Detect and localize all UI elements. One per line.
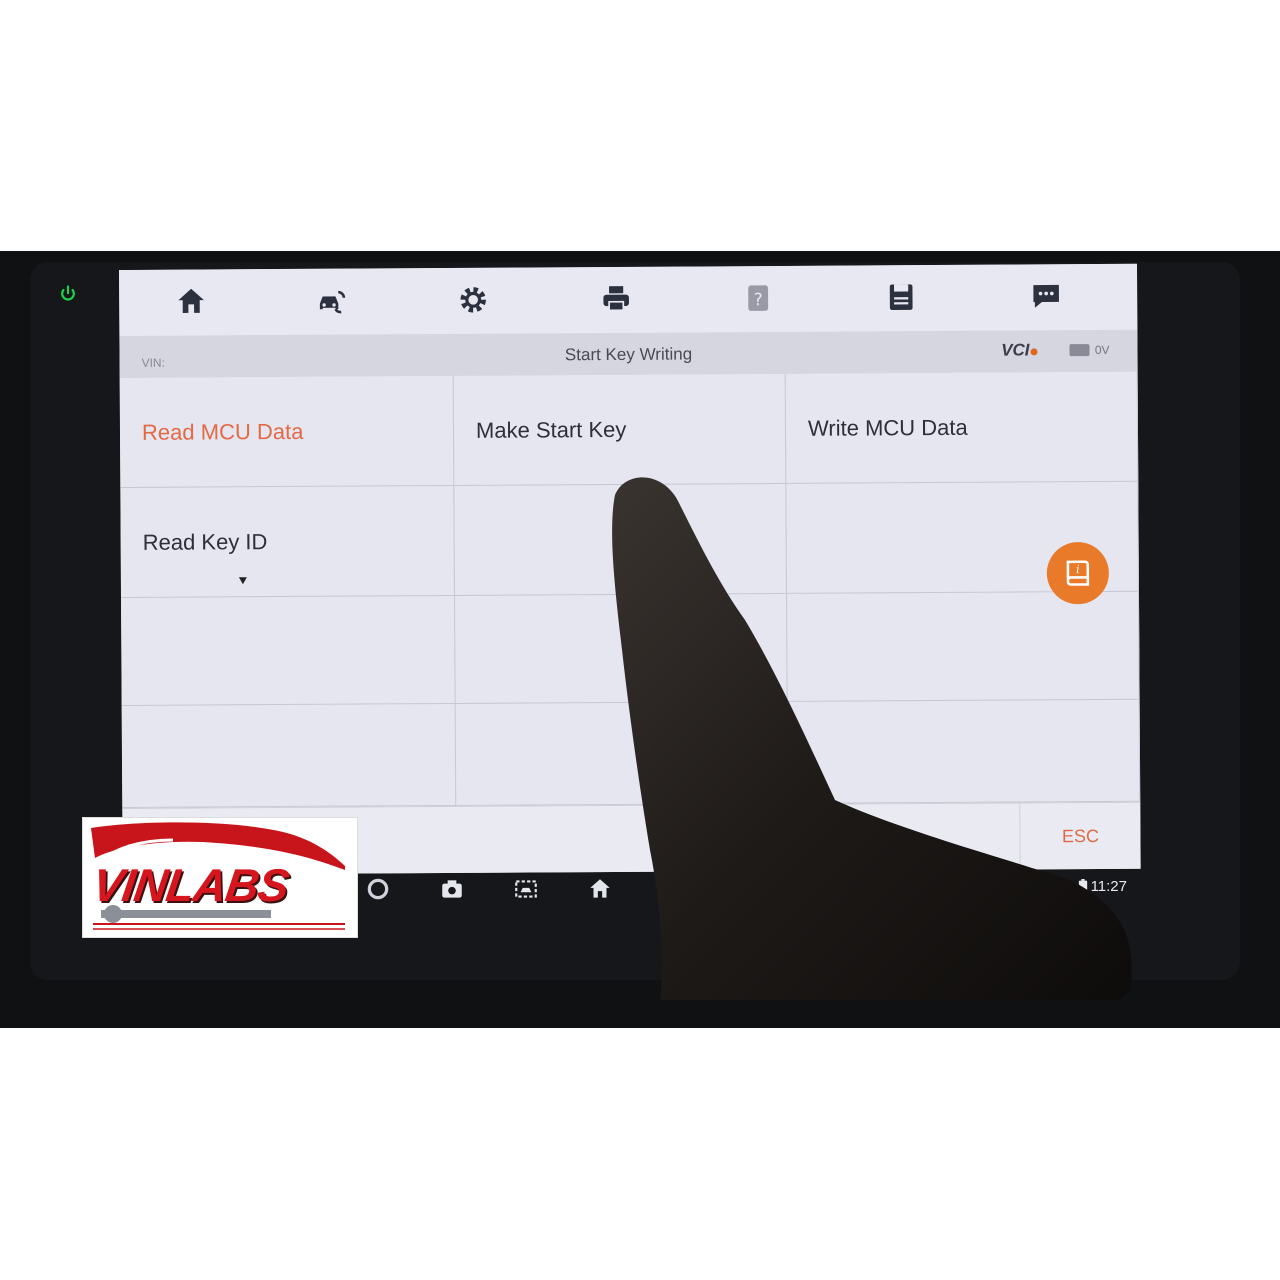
status-bar: 100% 11:27 xyxy=(1041,878,1127,895)
battery-voltage: 0V xyxy=(1069,342,1110,358)
page-title: Start Key Writing xyxy=(564,344,693,365)
vci-label: VCI xyxy=(1001,340,1030,360)
empty-cell xyxy=(454,593,788,704)
car-battery-icon xyxy=(1069,344,1090,357)
empty-cell xyxy=(454,483,787,596)
cursor-caret xyxy=(238,577,247,585)
vehicle-swap-icon[interactable] xyxy=(309,281,353,321)
svg-text:i: i xyxy=(1076,562,1080,576)
empty-cell xyxy=(121,703,457,808)
power-icon xyxy=(58,284,78,304)
save-disk-icon[interactable] xyxy=(879,277,923,317)
message-chat-icon[interactable] xyxy=(1024,276,1068,316)
help-question-icon[interactable]: ? xyxy=(736,278,780,318)
home-icon[interactable] xyxy=(169,281,213,321)
menu-item-write-mcu-data[interactable]: Write MCU Data xyxy=(785,371,1139,484)
info-book-icon: i xyxy=(1066,560,1090,586)
print-icon[interactable] xyxy=(594,279,638,319)
settings-gear-icon[interactable] xyxy=(451,280,495,320)
screenshot-car-icon[interactable] xyxy=(513,876,539,902)
battery-voltage-value: 0V xyxy=(1094,342,1110,358)
menu-item-label: Read Key ID xyxy=(142,529,268,555)
empty-cell xyxy=(121,595,456,706)
logo-brand-text: VINLABS xyxy=(89,859,292,911)
menu-item-label: Read MCU Data xyxy=(141,418,304,445)
menu-item-read-mcu-data[interactable]: Read MCU Data xyxy=(119,375,455,488)
empty-cell xyxy=(787,699,1141,804)
title-bar: VIN: Start Key Writing VCI 0V xyxy=(119,329,1138,378)
cloud-refresh-icon[interactable] xyxy=(365,876,391,902)
empty-cell xyxy=(455,701,789,806)
function-grid: Read MCU Data Make Start Key Write MCU D… xyxy=(119,371,1141,808)
camera-icon[interactable] xyxy=(439,876,465,902)
top-toolbar: ? xyxy=(119,263,1138,336)
tablet-screen: ? VIN: Start Key Writing VCI 0V Read MCU… xyxy=(119,263,1141,875)
vci-status: VCI xyxy=(1001,340,1038,360)
empty-cell xyxy=(786,591,1140,702)
home-nav-icon[interactable] xyxy=(587,876,613,902)
battery-percent: 100% xyxy=(1041,879,1075,894)
info-book-button[interactable]: i xyxy=(1046,541,1110,605)
svg-text:?: ? xyxy=(754,290,763,310)
menu-item-label: Write MCU Data xyxy=(807,414,968,441)
esc-button[interactable]: ESC xyxy=(1019,802,1141,871)
menu-item-label: Make Start Key xyxy=(475,416,627,443)
vinlabs-watermark-logo: VINLABS xyxy=(82,817,358,938)
menu-item-read-key-id[interactable]: Read Key ID xyxy=(120,485,455,598)
menu-item-make-start-key[interactable]: Make Start Key xyxy=(453,373,787,486)
clock-time: 11:27 xyxy=(1090,878,1127,895)
vci-connection-dot xyxy=(1030,348,1038,356)
battery-icon xyxy=(1078,879,1087,894)
